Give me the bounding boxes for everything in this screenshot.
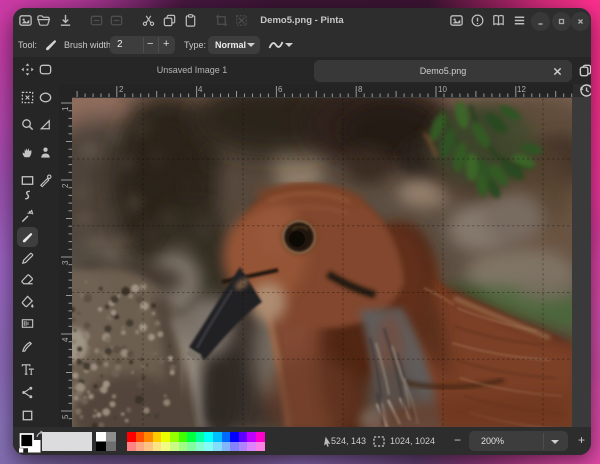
svg-text:6: 6 <box>278 85 283 94</box>
svg-text:2: 2 <box>119 85 124 94</box>
svg-text:5: 5 <box>61 414 70 419</box>
svg-text:3: 3 <box>61 260 70 265</box>
svg-text:1: 1 <box>61 106 70 111</box>
svg-text:4: 4 <box>61 337 70 342</box>
svg-text:10: 10 <box>438 85 447 94</box>
svg-text:4: 4 <box>198 85 203 94</box>
svg-text:2: 2 <box>61 183 70 188</box>
svg-text:8: 8 <box>358 85 363 94</box>
svg-text:12: 12 <box>517 85 526 94</box>
